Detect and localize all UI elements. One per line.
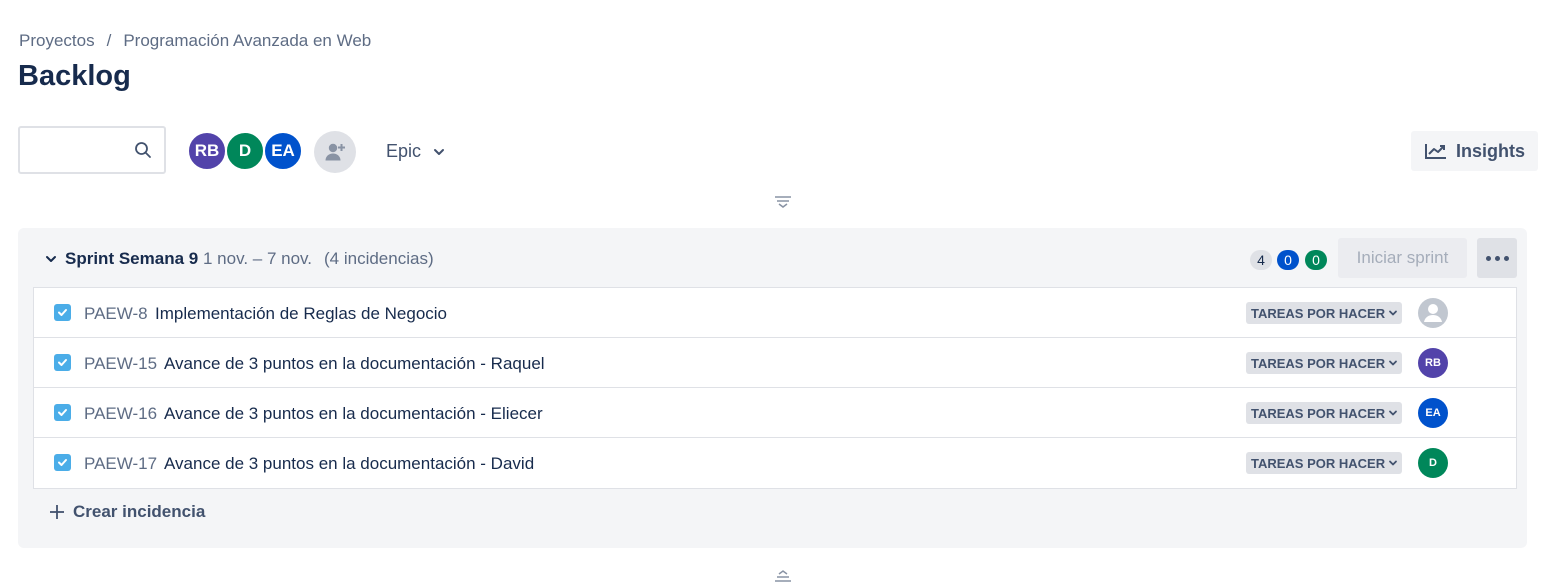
assignee-avatar[interactable]: EA (1418, 398, 1448, 428)
collapse-chevron-icon[interactable] (44, 252, 58, 266)
search-field[interactable] (18, 126, 166, 174)
search-icon (135, 142, 151, 158)
chevron-down-icon (434, 148, 445, 155)
issue-key[interactable]: PAEW-8 (84, 304, 148, 324)
chevron-down-icon (1389, 360, 1398, 366)
avatar-filter-d[interactable]: D (225, 131, 265, 171)
issue-summary[interactable]: Avance de 3 puntos en la documentación -… (164, 354, 545, 374)
sprint-header: Sprint Semana 9 1 nov. – 7 nov. (4 incid… (18, 228, 1527, 288)
issue-key[interactable]: PAEW-17 (84, 454, 157, 474)
status-dropdown[interactable]: TAREAS POR HACER (1246, 402, 1403, 424)
issue-key[interactable]: PAEW-15 (84, 354, 157, 374)
todo-count-badge: 4 (1250, 250, 1272, 270)
assignee-avatar[interactable]: D (1418, 448, 1448, 478)
chevron-down-icon (1389, 410, 1398, 416)
task-type-icon (54, 454, 71, 471)
plus-icon (50, 505, 64, 519)
sprint-issue-count: (4 incidencias) (324, 249, 434, 268)
chevron-down-icon (1389, 460, 1398, 466)
create-issue-label: Crear incidencia (73, 502, 206, 521)
more-actions-button[interactable] (1477, 238, 1517, 278)
trend-chart-icon (1424, 144, 1446, 159)
breadcrumb-projects-link[interactable]: Proyectos (19, 31, 95, 51)
task-type-icon (54, 404, 71, 421)
status-dropdown[interactable]: TAREAS POR HACER (1246, 352, 1403, 374)
status-dropdown[interactable]: TAREAS POR HACER (1246, 452, 1403, 474)
sprint-container: Sprint Semana 9 1 nov. – 7 nov. (4 incid… (18, 228, 1527, 548)
issue-summary[interactable]: Avance de 3 puntos en la documentación -… (164, 454, 534, 474)
insights-label: Insights (1455, 140, 1525, 161)
unassigned-avatar-icon[interactable] (1418, 298, 1448, 328)
status-label: TAREAS POR HACER (1251, 405, 1386, 421)
issue-row[interactable]: PAEW-17 Avance de 3 puntos en la documen… (34, 438, 1516, 488)
search-input[interactable] (28, 128, 142, 172)
status-dropdown[interactable]: TAREAS POR HACER (1246, 302, 1403, 324)
epic-filter-label: Epic (386, 141, 422, 161)
add-person-icon (325, 143, 345, 161)
status-label: TAREAS POR HACER (1251, 455, 1386, 471)
issue-key[interactable]: PAEW-16 (84, 404, 157, 424)
more-dot-icon (1503, 255, 1509, 261)
issue-summary[interactable]: Implementación de Reglas de Negocio (155, 304, 447, 324)
start-sprint-button[interactable]: Iniciar sprint (1338, 238, 1467, 278)
sprint-dates: 1 nov. – 7 nov. (203, 249, 312, 268)
breadcrumb-project-link[interactable]: Programación Avanzada en Web (123, 31, 371, 51)
issue-row[interactable]: PAEW-15 Avance de 3 puntos en la documen… (34, 338, 1516, 388)
task-type-icon (54, 304, 71, 321)
page-title: Backlog (18, 60, 131, 92)
breadcrumb: Proyectos / Programación Avanzada en Web (19, 31, 371, 51)
drag-handle-icon[interactable] (774, 569, 792, 583)
assignee-avatar[interactable]: RB (1418, 348, 1448, 378)
issue-summary[interactable]: Avance de 3 puntos en la documentación -… (164, 404, 543, 424)
avatar-filter-rb[interactable]: RB (187, 131, 227, 171)
insights-button[interactable]: Insights (1411, 131, 1538, 171)
status-label: TAREAS POR HACER (1251, 355, 1386, 371)
in-progress-count-badge: 0 (1277, 250, 1299, 270)
add-people-button[interactable] (314, 131, 356, 173)
issue-list: PAEW-8 Implementación de Reglas de Negoc… (33, 287, 1517, 489)
issue-row[interactable]: PAEW-8 Implementación de Reglas de Negoc… (34, 288, 1516, 338)
more-dot-icon (1485, 255, 1491, 261)
task-type-icon (54, 354, 71, 371)
create-issue-button[interactable]: Crear incidencia (49, 502, 205, 522)
done-count-badge: 0 (1305, 250, 1327, 270)
avatar-filter-ea[interactable]: EA (263, 131, 303, 171)
epic-filter-dropdown[interactable]: Epic (386, 141, 445, 162)
breadcrumb-separator: / (106, 31, 112, 50)
more-dot-icon (1494, 255, 1500, 261)
drag-handle-icon[interactable] (774, 195, 792, 209)
status-label: TAREAS POR HACER (1251, 305, 1386, 321)
sprint-name[interactable]: Sprint Semana 9 (65, 249, 198, 269)
issue-row[interactable]: PAEW-16 Avance de 3 puntos en la documen… (34, 388, 1516, 438)
chevron-down-icon (1389, 310, 1398, 316)
